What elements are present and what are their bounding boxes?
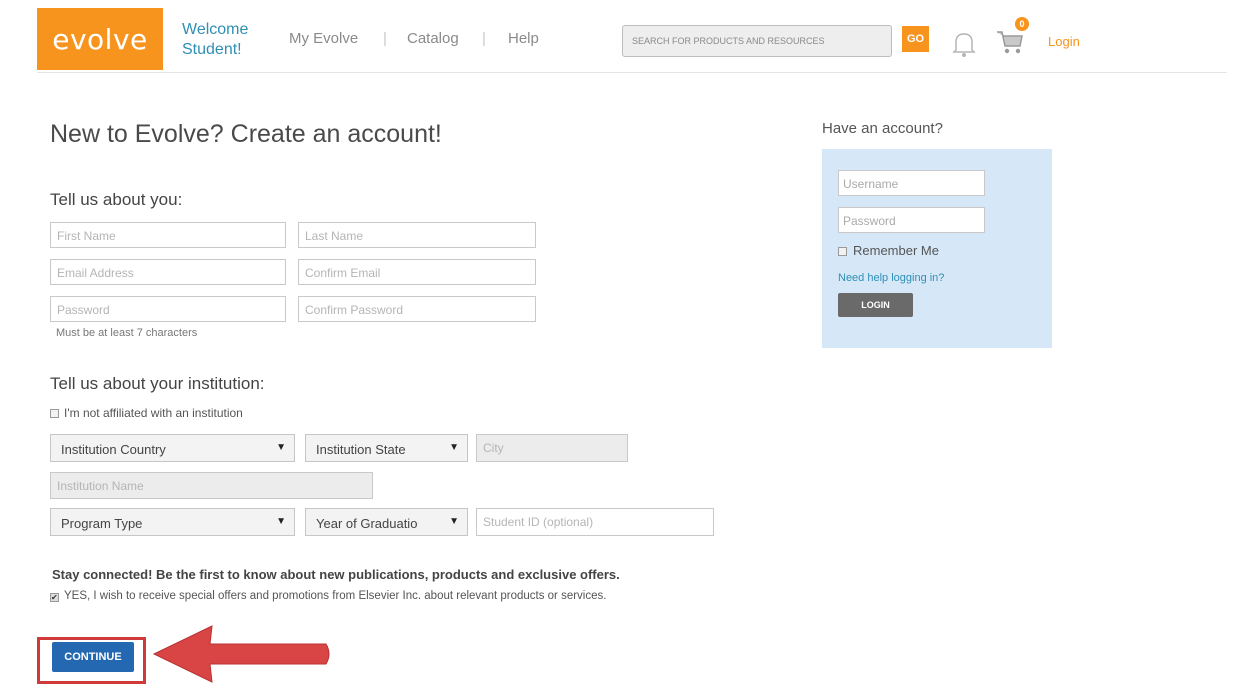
nav-help[interactable]: Help xyxy=(508,30,539,47)
year-of-graduation-value: Year of Graduatio xyxy=(316,516,418,531)
chevron-down-icon: ▼ xyxy=(449,516,459,527)
page-title: New to Evolve? Create an account! xyxy=(50,120,442,148)
login-button[interactable]: LOGIN xyxy=(838,293,913,317)
about-you-heading: Tell us about you: xyxy=(50,190,183,209)
program-type-select[interactable]: Program Type ▼ xyxy=(50,508,295,536)
not-affiliated-checkbox[interactable] xyxy=(50,409,59,418)
have-account-heading: Have an account? xyxy=(822,120,943,137)
go-button[interactable]: GO xyxy=(902,26,929,52)
first-name-field[interactable]: First Name xyxy=(50,222,286,248)
login-password-field[interactable]: Password xyxy=(838,207,985,233)
need-help-link[interactable]: Need help logging in? xyxy=(838,272,944,284)
email-field[interactable]: Email Address xyxy=(50,259,286,285)
remember-me-checkbox[interactable] xyxy=(838,247,847,256)
institution-country-value: Institution Country xyxy=(61,442,166,457)
confirm-email-field[interactable]: Confirm Email xyxy=(298,259,536,285)
year-of-graduation-select[interactable]: Year of Graduatio ▼ xyxy=(305,508,468,536)
bell-icon[interactable] xyxy=(952,30,976,58)
confirm-password-field[interactable]: Confirm Password xyxy=(298,296,536,322)
last-name-field[interactable]: Last Name xyxy=(298,222,536,248)
header-login-link[interactable]: Login xyxy=(1048,34,1080,49)
chevron-down-icon: ▼ xyxy=(276,442,286,453)
welcome-message: Welcome Student! xyxy=(182,20,248,60)
student-id-field[interactable]: Student ID (optional) xyxy=(476,508,714,536)
institution-state-value: Institution State xyxy=(316,442,406,457)
institution-state-select[interactable]: Institution State ▼ xyxy=(305,434,468,462)
welcome-line-1: Welcome xyxy=(182,21,249,38)
chevron-down-icon: ▼ xyxy=(276,516,286,527)
nav-catalog[interactable]: Catalog xyxy=(407,30,459,47)
nav-separator: | xyxy=(482,30,486,47)
continue-button[interactable]: CONTINUE xyxy=(52,642,134,672)
city-field[interactable]: City xyxy=(476,434,628,462)
stay-connected-text: Stay connected! Be the first to know abo… xyxy=(52,567,620,582)
password-hint: Must be at least 7 characters xyxy=(56,327,198,339)
username-field[interactable]: Username xyxy=(838,170,985,196)
nav-separator: | xyxy=(383,30,387,47)
search-input[interactable]: SEARCH FOR PRODUCTS AND RESOURCES xyxy=(622,25,892,57)
institution-name-field[interactable]: Institution Name xyxy=(50,472,373,499)
institution-heading: Tell us about your institution: xyxy=(50,374,265,393)
institution-country-select[interactable]: Institution Country ▼ xyxy=(50,434,295,462)
program-type-value: Program Type xyxy=(61,516,143,531)
password-field[interactable]: Password xyxy=(50,296,286,322)
nav-my-evolve[interactable]: My Evolve xyxy=(289,30,358,47)
offers-label: YES, I wish to receive special offers an… xyxy=(64,590,607,602)
remember-me-label: Remember Me xyxy=(853,243,939,258)
chevron-down-icon: ▼ xyxy=(449,442,459,453)
cart-count-badge: 0 xyxy=(1015,17,1029,31)
offers-checkbox[interactable] xyxy=(50,593,59,602)
welcome-line-2: Student! xyxy=(182,41,242,58)
header-divider xyxy=(37,72,1227,73)
not-affiliated-label: I'm not affiliated with an institution xyxy=(64,406,243,420)
evolve-logo[interactable]: evolve xyxy=(37,8,163,70)
arrow-pointer-icon xyxy=(152,625,330,683)
